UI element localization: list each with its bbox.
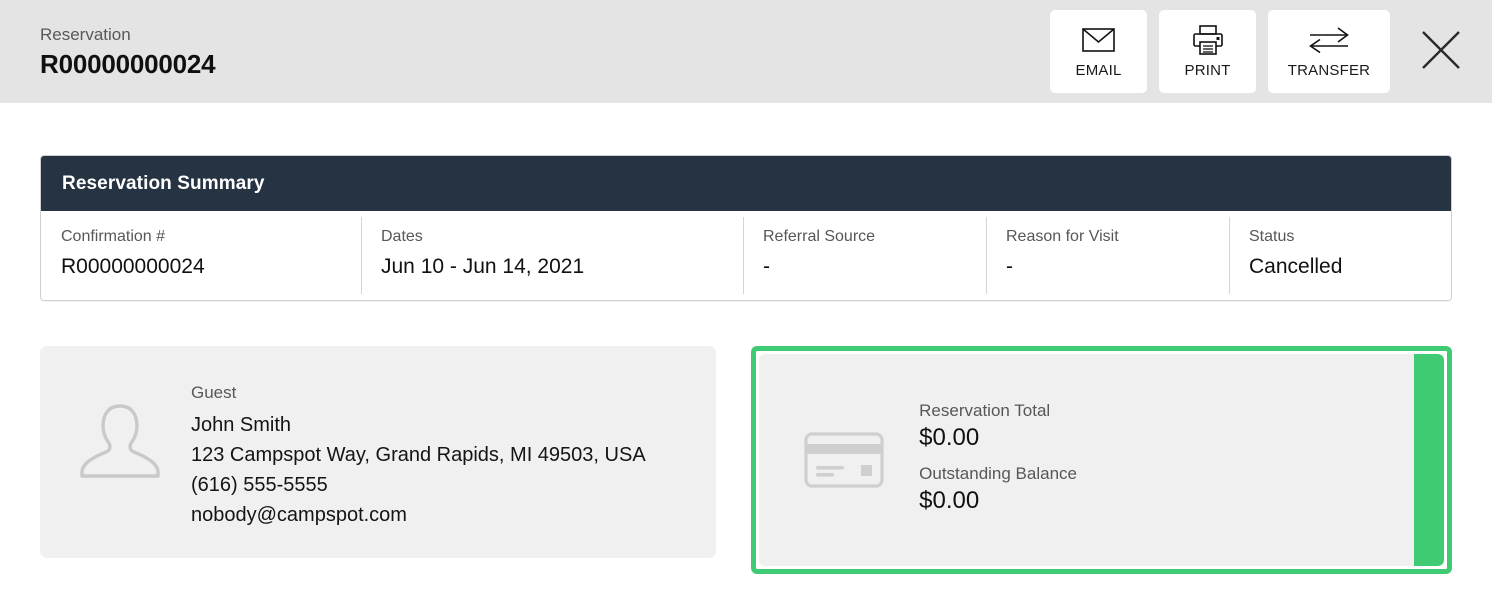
guest-label: Guest: [191, 383, 237, 402]
printer-icon: [1192, 24, 1224, 55]
person-silhouette-icon: [74, 393, 166, 485]
page-content: Reservation Summary Confirmation # R0000…: [0, 103, 1492, 574]
summary-field-label: Dates: [381, 228, 423, 245]
reservation-summary-header: Reservation Summary: [41, 156, 1451, 211]
payment-summary-card[interactable]: Reservation Total $0.00 Outstanding Bala…: [759, 354, 1444, 566]
print-button-label: PRINT: [1184, 61, 1231, 79]
summary-field-value: R00000000024: [61, 255, 205, 278]
header-actions: EMAIL PRINT TRANSFER: [1050, 0, 1492, 103]
summary-field-label: Status: [1249, 228, 1295, 245]
payment-summary-card-focus-ring: Reservation Total $0.00 Outstanding Bala…: [751, 346, 1452, 574]
guest-name: John Smith: [191, 414, 292, 436]
summary-field-reason-for-visit: Reason for Visit -: [986, 211, 1229, 300]
summary-field-value: -: [763, 255, 770, 278]
close-button[interactable]: [1412, 23, 1470, 81]
reservation-summary-title: Reservation Summary: [62, 172, 265, 194]
header-eyebrow: Reservation: [40, 25, 131, 44]
summary-field-dates: Dates Jun 10 - Jun 14, 2021: [361, 211, 743, 300]
outstanding-balance-value: $0.00: [919, 487, 980, 514]
summary-field-label: Referral Source: [763, 228, 876, 245]
print-button[interactable]: PRINT: [1159, 10, 1256, 93]
guest-phone: (616) 555-5555: [191, 474, 328, 496]
reservation-total-value: $0.00: [919, 424, 980, 451]
credit-card-icon: [804, 432, 884, 488]
guest-email: nobody@campspot.com: [191, 504, 407, 526]
transfer-arrows-icon: [1308, 25, 1350, 55]
transfer-button[interactable]: TRANSFER: [1268, 10, 1390, 93]
guest-card[interactable]: Guest John Smith 123 Campspot Way, Grand…: [40, 346, 717, 558]
summary-field-label: Reason for Visit: [1006, 228, 1119, 245]
summary-field-value: -: [1006, 255, 1013, 278]
status-badge: Cancelled: [1249, 255, 1343, 278]
header-title-group: Reservation R00000000024: [0, 24, 216, 79]
guest-address: 123 Campspot Way, Grand Rapids, MI 49503…: [191, 444, 646, 466]
summary-field-value: Jun 10 - Jun 14, 2021: [381, 255, 585, 278]
reservation-summary-panel: Reservation Summary Confirmation # R0000…: [40, 155, 1452, 301]
page-title: R00000000024: [40, 49, 216, 79]
payment-figures: Reservation Total $0.00 Outstanding Bala…: [919, 399, 1077, 521]
transfer-button-label: TRANSFER: [1287, 61, 1371, 79]
page-header: Reservation R00000000024 EMAIL PRINT TRA…: [0, 0, 1492, 103]
reservation-summary-fields: Confirmation # R00000000024 Dates Jun 10…: [41, 211, 1451, 300]
close-icon: [1420, 29, 1462, 74]
outstanding-balance-label: Outstanding Balance: [919, 464, 1077, 483]
envelope-icon: [1082, 25, 1115, 55]
reservation-total-label: Reservation Total: [919, 401, 1051, 420]
email-button[interactable]: EMAIL: [1050, 10, 1147, 93]
summary-field-status: Status Cancelled: [1229, 211, 1451, 300]
summary-field-referral-source: Referral Source -: [743, 211, 986, 300]
summary-field-confirmation: Confirmation # R00000000024: [41, 211, 361, 300]
email-button-label: EMAIL: [1075, 61, 1122, 79]
detail-cards-row: Guest John Smith 123 Campspot Way, Grand…: [40, 346, 1452, 574]
guest-info: Guest John Smith 123 Campspot Way, Grand…: [191, 376, 646, 530]
summary-field-label: Confirmation #: [61, 228, 166, 245]
